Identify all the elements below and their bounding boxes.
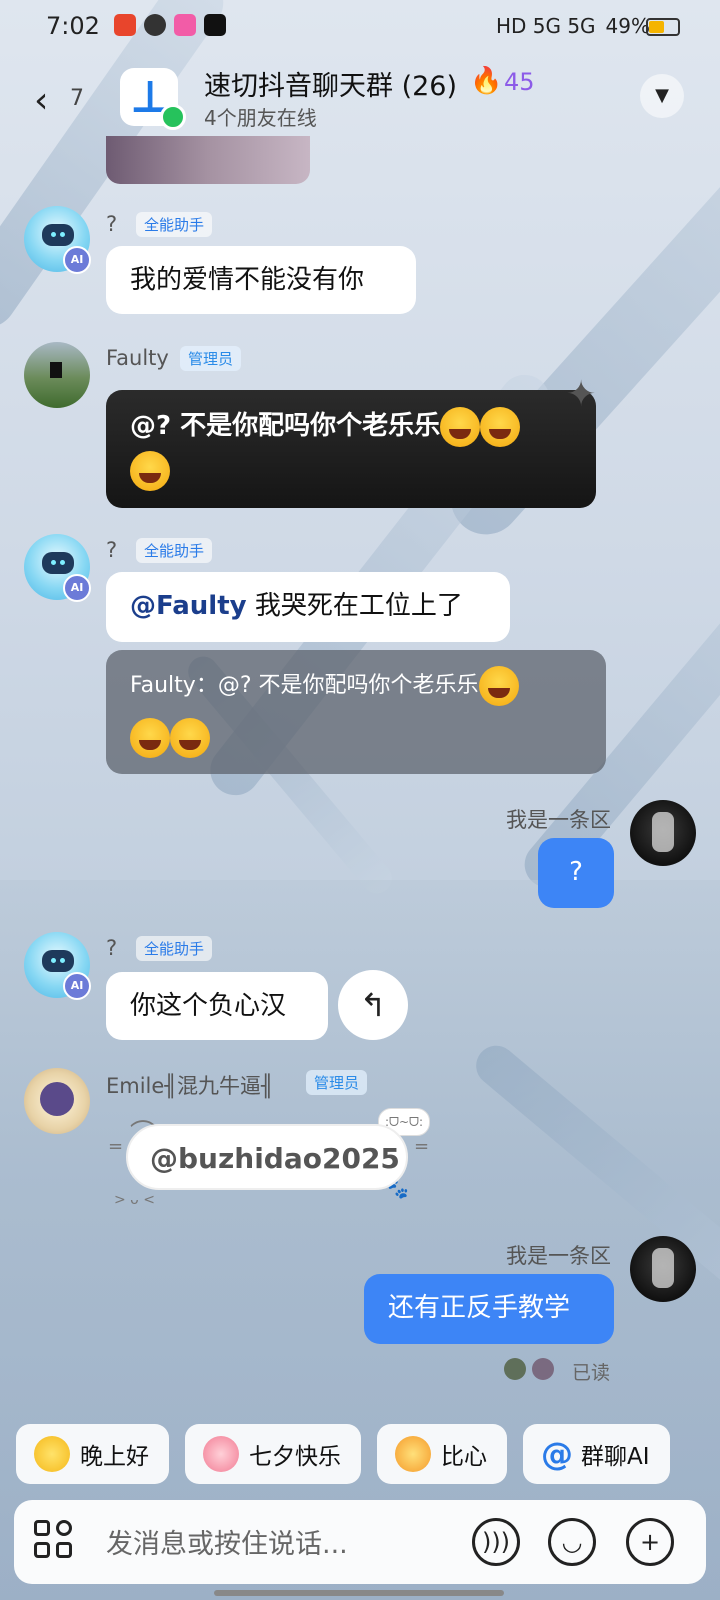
status-bar: 7:02 HD 5G 5G 49%	[0, 0, 720, 56]
online-status: 4个朋友在线	[204, 106, 317, 130]
message-input[interactable]: 发消息或按住说话...	[106, 1522, 348, 1561]
flame-icon: 🔥	[470, 66, 503, 96]
reader-avatar	[504, 1358, 526, 1380]
quick-reply-label: 七夕快乐	[249, 1444, 341, 1470]
quick-reply-label: 比心	[441, 1444, 487, 1470]
at-icon: @	[541, 1435, 573, 1473]
signal-icon: HD 5G 5G	[495, 14, 596, 38]
quick-reply-label: 群聊AI	[581, 1444, 650, 1470]
app-notification-icon	[114, 14, 136, 36]
sender-name: 我是一条区	[506, 1244, 611, 1268]
quick-reply-group-ai[interactable]: @ 群聊AI	[523, 1424, 670, 1484]
unread-count[interactable]: 7	[70, 86, 84, 111]
tv-notification-icon	[144, 14, 166, 36]
admin-tag: 管理员	[306, 1070, 368, 1095]
laughing-emoji-icon	[478, 666, 519, 706]
quick-reply-qixi[interactable]: 七夕快乐	[185, 1424, 361, 1484]
battery-icon	[646, 18, 680, 36]
fire-count: 45	[504, 68, 535, 96]
ai-badge: AI	[63, 574, 91, 602]
tiktok-notification-icon	[204, 14, 226, 36]
message-bubble[interactable]: 我的爱情不能没有你	[106, 246, 416, 314]
quick-reply-good-evening[interactable]: 晚上好	[16, 1424, 169, 1484]
ai-badge: AI	[63, 246, 91, 274]
quoted-message[interactable]: Faulty：@? 不是你配吗你个老乐乐	[106, 650, 606, 774]
self-avatar[interactable]	[630, 800, 696, 866]
message-bubble[interactable]: @? 不是你配吗你个老乐乐	[106, 390, 596, 508]
message-bubble[interactable]: @Faulty 我哭死在工位上了	[106, 572, 510, 642]
emile-avatar[interactable]	[24, 1068, 90, 1134]
cat-whisker-left-icon: =	[108, 1136, 124, 1157]
quick-reply-bar: 晚上好 七夕快乐 比心 @ 群聊AI	[16, 1424, 670, 1484]
status-time: 7:02	[46, 12, 100, 40]
sender-name: Faulty	[106, 346, 169, 370]
battery-percent: 49%	[605, 14, 650, 38]
laughing-emoji-icon	[480, 406, 521, 447]
status-indicators: HD 5G 5G 49%	[496, 14, 650, 38]
sparkle-icon: ✦	[566, 374, 597, 415]
message-bubble[interactable]: ?	[538, 838, 614, 908]
sender-name: ?	[106, 538, 118, 562]
message-bubble[interactable]: 还有正反手教学	[364, 1274, 614, 1344]
reply-arrow-icon[interactable]: ↰	[338, 970, 408, 1040]
bouquet-icon	[203, 1436, 239, 1472]
voice-icon[interactable]: )))	[472, 1518, 520, 1566]
message-text: 我哭死在工位上了	[246, 591, 463, 621]
cat-style-message-bubble[interactable]: @buzhidao2025	[126, 1124, 408, 1190]
assistant-tag: 全能助手	[136, 212, 213, 237]
laughing-emoji-icon	[130, 718, 170, 758]
read-by-avatars	[504, 1358, 554, 1380]
chat-header: ‹ 7 ⊥ 速切抖音聊天群 (26) 🔥 45 4个朋友在线 ▼	[0, 56, 720, 136]
sender-name: ?	[106, 936, 118, 960]
quick-reply-label: 晚上好	[80, 1444, 149, 1470]
group-avatar[interactable]: ⊥	[120, 68, 186, 130]
plus-icon[interactable]: +	[626, 1518, 674, 1566]
cat-mouth-icon: > ᴗ <	[114, 1192, 155, 1208]
message-input-bar: 发消息或按住说话... ))) ◡ +	[14, 1500, 706, 1584]
back-arrow-icon[interactable]: ‹	[34, 80, 48, 121]
self-avatar[interactable]	[630, 1236, 696, 1302]
assistant-tag: 全能助手	[136, 538, 213, 563]
reader-avatar	[532, 1358, 554, 1380]
assistant-tag: 全能助手	[136, 936, 213, 961]
apps-grid-icon[interactable]	[34, 1520, 76, 1562]
laughing-emoji-icon	[170, 718, 210, 758]
online-dot-icon	[160, 104, 186, 130]
chat-background	[0, 0, 720, 1600]
home-indicator	[214, 1590, 504, 1596]
heart-hands-icon	[395, 1436, 431, 1472]
group-title[interactable]: 速切抖音聊天群 (26)	[204, 64, 457, 103]
video-app-notification-icon	[174, 14, 196, 36]
cat-whisker-right-icon: =	[414, 1136, 430, 1157]
mention-link[interactable]: @Faulty	[130, 591, 247, 621]
message-text: @? 不是你配吗你个老乐乐	[130, 411, 441, 441]
quoted-text: Faulty：@? 不是你配吗你个老乐乐	[130, 673, 479, 698]
quick-reply-heart[interactable]: 比心	[377, 1424, 507, 1484]
chevron-down-icon[interactable]: ▼	[640, 74, 684, 118]
sender-name: ?	[106, 212, 118, 236]
star-icon	[34, 1436, 70, 1472]
image-message-partial[interactable]	[106, 136, 310, 184]
laughing-emoji-icon	[440, 406, 481, 447]
admin-tag: 管理员	[180, 346, 242, 371]
read-status: 已读	[572, 1362, 611, 1384]
emoji-icon[interactable]: ◡	[548, 1518, 596, 1566]
notification-icons	[114, 14, 226, 36]
ai-badge: AI	[63, 972, 91, 1000]
laughing-emoji-icon	[130, 450, 170, 491]
message-bubble[interactable]: 你这个负心汉	[106, 972, 328, 1040]
faulty-avatar[interactable]	[24, 342, 90, 408]
sender-name: 我是一条区	[506, 808, 611, 832]
